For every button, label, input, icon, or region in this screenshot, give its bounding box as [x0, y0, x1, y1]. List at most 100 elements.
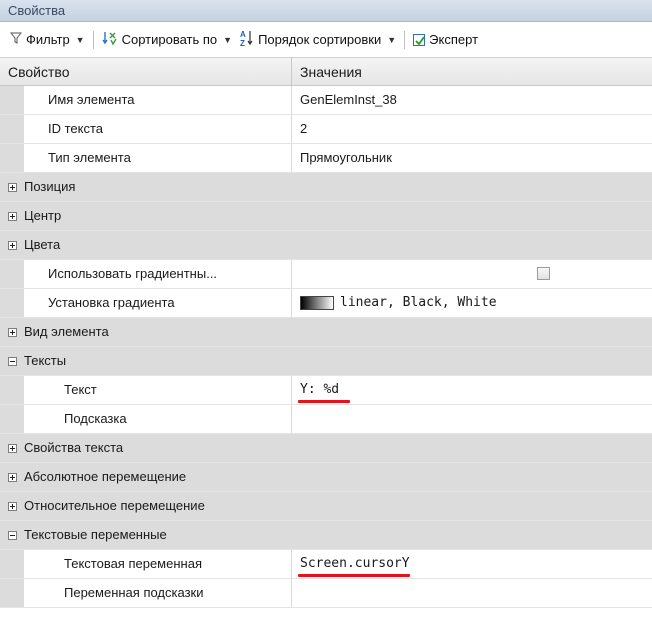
property-value: [292, 260, 652, 288]
plus-icon: [7, 211, 17, 221]
expand-button[interactable]: [0, 202, 24, 230]
group-value: [292, 318, 652, 346]
highlight-underline: [298, 574, 410, 577]
toolbar-separator: [92, 30, 94, 49]
plus-icon: [7, 501, 17, 511]
property-value[interactable]: [292, 405, 652, 433]
gradient-swatch-icon: [300, 295, 334, 310]
text-value: Y: %d: [300, 382, 340, 397]
row-gutter: [0, 289, 24, 317]
group-name: Позиция: [24, 179, 76, 194]
sort-by-icon: [102, 31, 118, 48]
chevron-down-icon: ▼: [75, 34, 85, 45]
sort-by-button[interactable]: Сортировать по ▼: [98, 31, 236, 48]
expert-toggle[interactable]: Эксперт: [409, 32, 482, 47]
property-row[interactable]: Имя элемента GenElemInst_38: [0, 86, 652, 115]
property-row[interactable]: Текст Y: %d: [0, 376, 652, 405]
sort-az-icon: A Z: [240, 29, 254, 50]
svg-text:Z: Z: [240, 39, 245, 47]
property-grid: Имя элемента GenElemInst_38 ID текста 2 …: [0, 86, 652, 608]
property-value[interactable]: Y: %d: [292, 376, 652, 404]
expert-checkbox[interactable]: [413, 33, 426, 46]
header-property[interactable]: Свойство: [0, 58, 292, 85]
property-row[interactable]: Установка градиента linear, Black, White: [0, 289, 652, 318]
property-row[interactable]: Текстовая переменная Screen.cursorY: [0, 550, 652, 579]
property-name: Текстовая переменная: [24, 550, 292, 578]
property-name: Имя элемента: [24, 86, 292, 114]
group-value: [292, 347, 652, 375]
group-value: [292, 434, 652, 462]
property-name: ID текста: [24, 115, 292, 143]
property-name: Использовать градиентны...: [24, 260, 292, 288]
group-value: [292, 521, 652, 549]
sort-by-label: Сортировать по: [121, 32, 218, 47]
header-value[interactable]: Значения: [292, 58, 652, 85]
property-row[interactable]: Использовать градиентны...: [0, 260, 652, 289]
property-value[interactable]: 2: [292, 115, 652, 143]
property-value[interactable]: Screen.cursorY: [292, 550, 652, 578]
plus-icon: [7, 182, 17, 192]
property-name: Переменная подсказки: [24, 579, 292, 607]
property-value[interactable]: Прямоугольник: [292, 144, 652, 172]
expand-button[interactable]: [0, 492, 24, 520]
group-row[interactable]: Свойства текста: [0, 434, 652, 463]
row-gutter: [0, 144, 24, 172]
grid-header: Свойство Значения: [0, 58, 652, 86]
property-value[interactable]: GenElemInst_38: [292, 86, 652, 114]
gradient-value: linear, Black, White: [340, 295, 497, 310]
expand-button[interactable]: [0, 463, 24, 491]
expert-label: Эксперт: [429, 32, 479, 47]
collapse-button[interactable]: [0, 347, 24, 375]
highlight-underline: [298, 400, 350, 403]
group-value: [292, 492, 652, 520]
toolbar-separator: [404, 30, 406, 49]
chevron-down-icon: ▼: [387, 34, 397, 45]
collapse-button[interactable]: [0, 521, 24, 549]
row-gutter: [0, 405, 24, 433]
group-value: [292, 231, 652, 259]
group-row[interactable]: Относительное перемещение: [0, 492, 652, 521]
group-name: Абсолютное перемещение: [24, 469, 187, 484]
group-name: Относительное перемещение: [24, 498, 205, 513]
group-row[interactable]: Тексты: [0, 347, 652, 376]
use-gradient-checkbox[interactable]: [537, 267, 550, 280]
plus-icon: [7, 327, 17, 337]
row-gutter: [0, 260, 24, 288]
properties-panel: Свойства Фильтр ▼ Сортировать по ▼ A Z П…: [0, 0, 652, 635]
expand-button[interactable]: [0, 434, 24, 462]
filter-label: Фильтр: [26, 32, 70, 47]
row-gutter: [0, 550, 24, 578]
group-row[interactable]: Цвета: [0, 231, 652, 260]
property-name: Тип элемента: [24, 144, 292, 172]
expand-button[interactable]: [0, 231, 24, 259]
plus-icon: [7, 443, 17, 453]
property-row[interactable]: Переменная подсказки: [0, 579, 652, 608]
text-variable-value: Screen.cursorY: [300, 556, 410, 571]
group-name: Вид элемента: [24, 324, 109, 339]
row-gutter: [0, 579, 24, 607]
group-row[interactable]: Центр: [0, 202, 652, 231]
filter-button[interactable]: Фильтр ▼: [6, 32, 89, 47]
expand-button[interactable]: [0, 173, 24, 201]
group-name: Тексты: [24, 353, 67, 368]
row-gutter: [0, 86, 24, 114]
property-value[interactable]: [292, 579, 652, 607]
sort-order-button[interactable]: A Z Порядок сортировки ▼: [236, 29, 400, 50]
row-gutter: [0, 115, 24, 143]
group-value: [292, 463, 652, 491]
expand-button[interactable]: [0, 318, 24, 346]
group-row[interactable]: Позиция: [0, 173, 652, 202]
property-value[interactable]: linear, Black, White: [292, 289, 652, 317]
group-row[interactable]: Текстовые переменные: [0, 521, 652, 550]
funnel-icon: [9, 32, 23, 47]
group-row[interactable]: Вид элемента: [0, 318, 652, 347]
property-row[interactable]: Тип элемента Прямоугольник: [0, 144, 652, 173]
row-gutter: [0, 376, 24, 404]
plus-icon: [7, 240, 17, 250]
sort-order-label: Порядок сортировки: [258, 32, 382, 47]
property-row[interactable]: ID текста 2: [0, 115, 652, 144]
group-row[interactable]: Абсолютное перемещение: [0, 463, 652, 492]
property-row[interactable]: Подсказка: [0, 405, 652, 434]
chevron-down-icon: ▼: [223, 34, 233, 45]
plus-icon: [7, 472, 17, 482]
